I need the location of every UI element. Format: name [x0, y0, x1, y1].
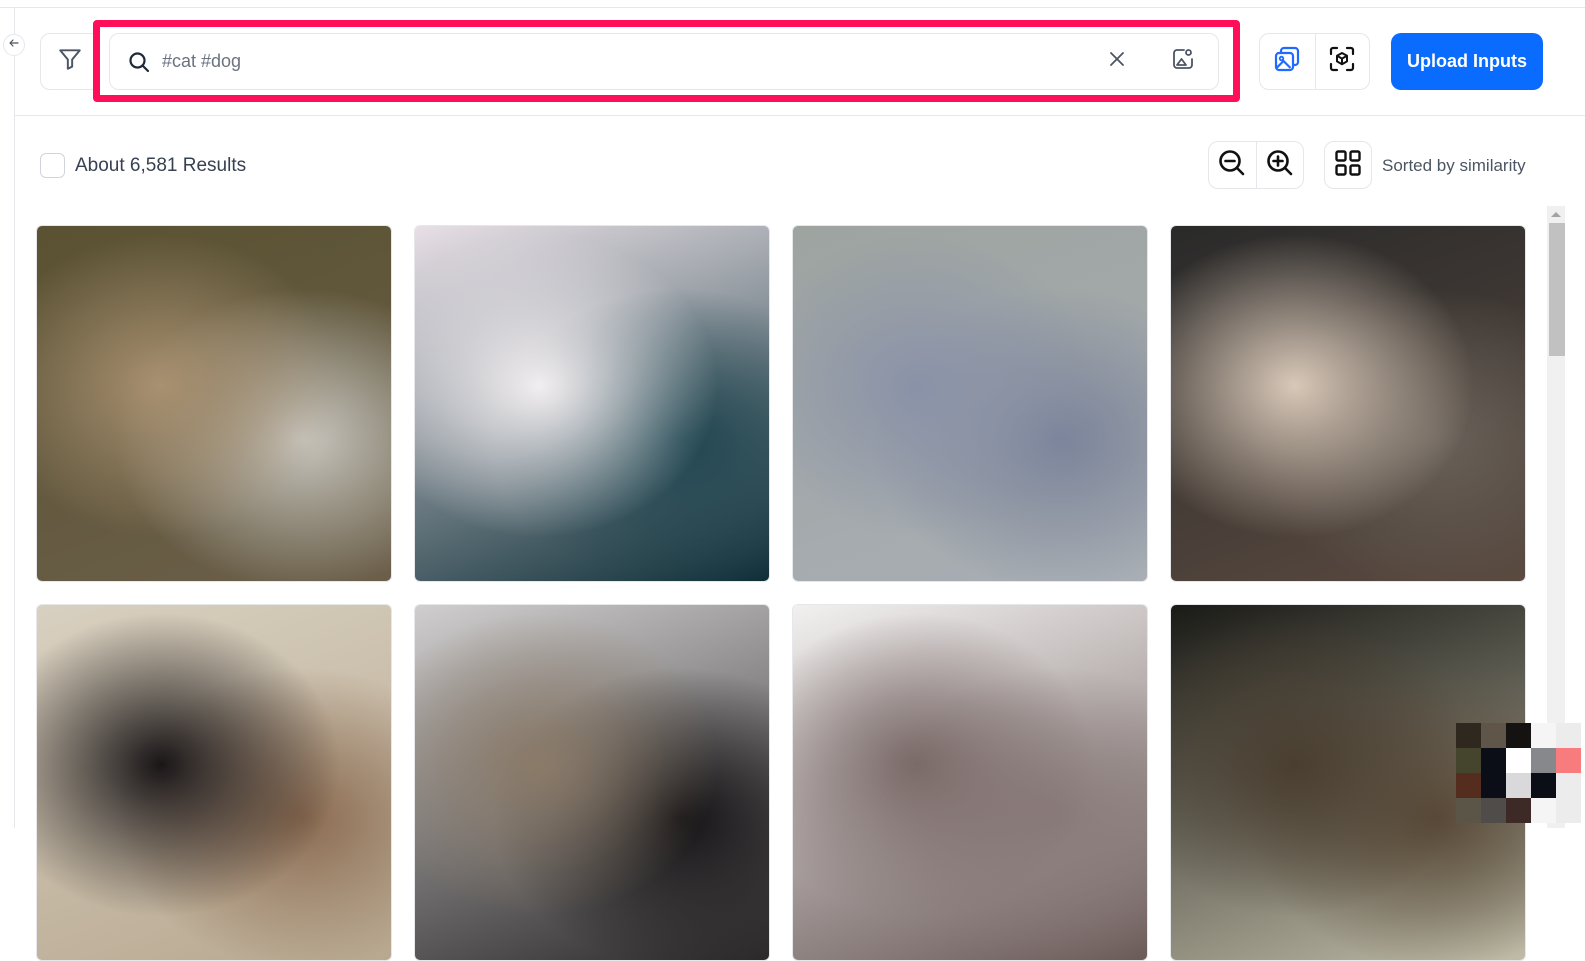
pixel-cell [1456, 748, 1481, 773]
search-icon [126, 49, 152, 75]
search-input[interactable] [162, 51, 1102, 72]
pixel-cell [1481, 798, 1506, 823]
pixel-cell [1481, 723, 1506, 748]
result-image [415, 226, 769, 581]
sort-dropdown[interactable]: Sorted by similarity [1382, 156, 1526, 176]
result-image-tile[interactable] [414, 604, 770, 961]
pixel-cell [1456, 798, 1481, 823]
close-icon [1108, 50, 1126, 73]
arrow-left-icon [8, 36, 20, 54]
image-mode-button[interactable] [1260, 34, 1315, 89]
pixel-cell [1556, 773, 1581, 798]
result-image [37, 605, 391, 960]
header-divider [15, 115, 1585, 116]
pixel-cell [1506, 798, 1531, 823]
result-image [1171, 226, 1525, 581]
top-divider [0, 7, 1585, 8]
pixel-cell [1531, 723, 1556, 748]
image-search-icon [1171, 47, 1195, 76]
zoom-in-button[interactable] [1255, 142, 1303, 188]
upload-inputs-button[interactable]: Upload Inputs [1391, 33, 1543, 90]
image-search-button[interactable] [1168, 47, 1198, 77]
select-all-checkbox[interactable] [40, 153, 65, 178]
pixel-cell [1456, 773, 1481, 798]
clear-search-button[interactable] [1102, 47, 1132, 77]
pixel-cell [1556, 748, 1581, 773]
pixel-cell [1456, 723, 1481, 748]
grid-view-icon [1334, 149, 1362, 182]
pixel-cell [1531, 798, 1556, 823]
object-mode-button[interactable] [1314, 34, 1370, 89]
images-icon [1273, 45, 1301, 78]
search-mode-toggle [1259, 33, 1370, 90]
pixel-cell [1556, 723, 1581, 748]
grid-view-button[interactable] [1324, 141, 1372, 189]
pixel-cell [1481, 773, 1506, 798]
search-bar [109, 33, 1219, 90]
result-image-tile[interactable] [1170, 225, 1526, 582]
filter-button[interactable] [40, 33, 100, 90]
pixel-cell [1481, 748, 1506, 773]
filter-icon [57, 46, 83, 77]
thumbnail-zoom-controls [1208, 141, 1304, 189]
scrollbar-thumb[interactable] [1549, 223, 1565, 356]
result-image [793, 226, 1147, 581]
pixel-cell [1506, 773, 1531, 798]
pixel-cell [1531, 773, 1556, 798]
zoom-out-icon [1217, 148, 1247, 183]
result-image-tile[interactable] [792, 225, 1148, 582]
object-detect-icon [1328, 45, 1356, 78]
pixel-cell [1506, 723, 1531, 748]
zoom-out-button[interactable] [1209, 142, 1256, 188]
scroll-up-arrow[interactable] [1547, 206, 1565, 222]
result-image [793, 605, 1147, 960]
pixelated-overlay [1456, 723, 1581, 823]
results-grid [36, 225, 1526, 961]
result-image-tile[interactable] [792, 604, 1148, 961]
result-image [37, 226, 391, 581]
result-image-tile[interactable] [36, 604, 392, 961]
pixel-cell [1556, 798, 1581, 823]
result-image [415, 605, 769, 960]
pixel-cell [1531, 748, 1556, 773]
zoom-in-icon [1265, 148, 1295, 183]
sidebar-rail [14, 7, 15, 828]
result-image-tile[interactable] [36, 225, 392, 582]
results-count: About 6,581 Results [75, 155, 247, 176]
pixel-cell [1506, 748, 1531, 773]
result-image-tile[interactable] [414, 225, 770, 582]
collapse-sidebar-button[interactable] [3, 34, 25, 56]
